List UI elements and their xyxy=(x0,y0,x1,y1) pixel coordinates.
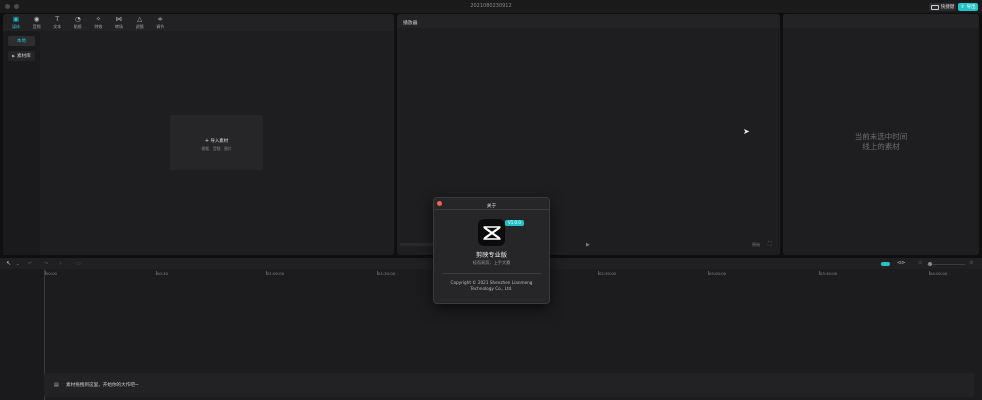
caret-right-icon: ▶ xyxy=(12,54,15,58)
transition-icon: ⋈ xyxy=(115,15,123,23)
version-badge: V1.0.0 xyxy=(505,220,524,226)
export-label: 导出 xyxy=(966,5,976,10)
effects-icon: ✧ xyxy=(95,15,102,23)
link-icon[interactable]: ⊲⊳ xyxy=(897,260,905,266)
player-header: 播放器 xyxy=(397,14,780,28)
toolbar-audio[interactable]: ◉ 音频 xyxy=(27,16,47,30)
toolbar-text[interactable]: T 文本 xyxy=(47,16,67,30)
toolbar-label: 滤镜 xyxy=(135,24,144,29)
player-ratio[interactable]: 原始 xyxy=(752,242,760,248)
undo-icon[interactable]: ↶ xyxy=(28,261,32,267)
timeline-tick: 03:30:00 xyxy=(818,271,838,276)
sidebar-tab-library[interactable]: ▶ 素材库 xyxy=(8,51,35,61)
mouse-cursor-icon: ➤ xyxy=(743,127,750,136)
dialog-divider-2 xyxy=(442,273,541,274)
timeline-tick: 04:00:00 xyxy=(928,271,948,276)
keyboard-icon xyxy=(930,4,939,10)
toolbar-media[interactable]: ▣ 媒体 xyxy=(6,16,26,30)
about-dialog: 关于 V1.0.0 剪映专业版 轻而易剪，上手大赛 Copyright © 20… xyxy=(433,197,550,304)
empty-text-line1: 当前未选中时间 xyxy=(854,132,908,141)
toolbar-label: 媒体 xyxy=(12,24,20,29)
properties-empty-state: 当前未选中时间 线上的素材 xyxy=(783,132,979,152)
track-header-column xyxy=(0,269,44,400)
tool-dropdown-icon[interactable]: ⌄ xyxy=(16,261,19,266)
window-title: 2021080230912 xyxy=(470,3,512,9)
timeline-tick: 02:30:00 xyxy=(597,271,617,276)
audio-icon: ◉ xyxy=(33,15,40,23)
fullscreen-icon[interactable]: ⛶ xyxy=(768,241,772,247)
zoom-slider-handle[interactable] xyxy=(928,262,932,266)
media-sidebar xyxy=(3,31,40,255)
import-title: 导入素材 xyxy=(210,139,229,144)
adjust-icon: ≑ xyxy=(157,15,163,23)
zoom-slider[interactable] xyxy=(927,264,965,265)
text-icon: T xyxy=(55,15,60,23)
timeline-tick: 01:00:00 xyxy=(265,271,285,276)
main-track[interactable] xyxy=(44,373,974,397)
redo-icon[interactable]: ↷ xyxy=(44,261,48,267)
toolbar-label: 特效 xyxy=(94,24,103,29)
toolbar-label: 转场 xyxy=(115,24,123,29)
timeline-tick: 00:30 xyxy=(156,271,168,276)
toolbar-label: 文本 xyxy=(53,24,62,29)
toolbar-effects[interactable]: ✧ 特效 xyxy=(88,16,108,30)
sidebar-tab-library-label: 素材库 xyxy=(16,54,31,59)
toolbar-sticker[interactable]: ◔ 贴纸 xyxy=(68,16,88,30)
player-title: 播放器 xyxy=(403,20,418,26)
filter-icon: △ xyxy=(137,15,143,23)
import-subtitle: 视频、音频、图片 xyxy=(201,146,232,151)
timeline-tick: 01:30:00 xyxy=(376,271,396,276)
app-slogan: 轻而易剪，上手大赛 xyxy=(472,260,511,265)
toolbar-label: 贴纸 xyxy=(73,24,82,29)
toolbar-label: 调节 xyxy=(156,24,165,29)
export-icon: ⇪ xyxy=(960,4,965,10)
copyright-line2: Technology Co., Ltd. xyxy=(470,286,513,291)
toolbar-adjust[interactable]: ≑ 调节 xyxy=(150,16,170,30)
app-logo-icon xyxy=(478,219,505,246)
timeline-tick: 03:00:00 xyxy=(707,271,727,276)
play-icon[interactable]: ▶ xyxy=(586,242,590,248)
sticker-icon: ◔ xyxy=(74,15,81,23)
import-media-box[interactable]: + 导入素材 视频、音频、图片 xyxy=(170,115,263,170)
film-icon: ▤ xyxy=(54,382,59,388)
zoom-in-icon[interactable]: ⊕ xyxy=(969,260,973,266)
drop-hint: 素材拖拽到这里，开始你的大作吧~ xyxy=(66,383,139,388)
delete-icon[interactable]: ▭ xyxy=(76,261,81,267)
timeline-tick: 00:00 xyxy=(45,271,57,276)
dialog-divider xyxy=(434,209,549,210)
select-tool-icon[interactable]: ↖ xyxy=(6,260,11,267)
properties-header xyxy=(783,14,979,28)
export-button[interactable]: ⇪ 导出 xyxy=(958,3,978,11)
split-icon[interactable]: ⟊ xyxy=(60,261,61,267)
empty-text-line2: 线上的素材 xyxy=(862,142,900,151)
toolbar-label: 音频 xyxy=(32,24,41,29)
toolbar-filter[interactable]: △ 滤镜 xyxy=(130,16,150,30)
copyright: Copyright © 2021 Shenzhen Lianmeng Techn… xyxy=(434,280,549,292)
zoom-out-icon[interactable]: ⊖ xyxy=(918,260,922,266)
import-title-row: + 导入素材 xyxy=(170,138,263,144)
media-icon: ▣ xyxy=(12,15,20,23)
toolbar-transition[interactable]: ⋈ 转场 xyxy=(109,16,129,30)
shortcut-button[interactable]: 快捷键 xyxy=(929,3,956,11)
sidebar-tab-local[interactable]: 本地 xyxy=(8,36,35,46)
app-name: 剪映专业版 xyxy=(476,252,507,259)
shortcut-label: 快捷键 xyxy=(940,5,955,10)
magnet-toggle[interactable] xyxy=(881,262,890,266)
dialog-title: 关于 xyxy=(486,204,497,209)
plus-icon: + xyxy=(204,138,210,144)
